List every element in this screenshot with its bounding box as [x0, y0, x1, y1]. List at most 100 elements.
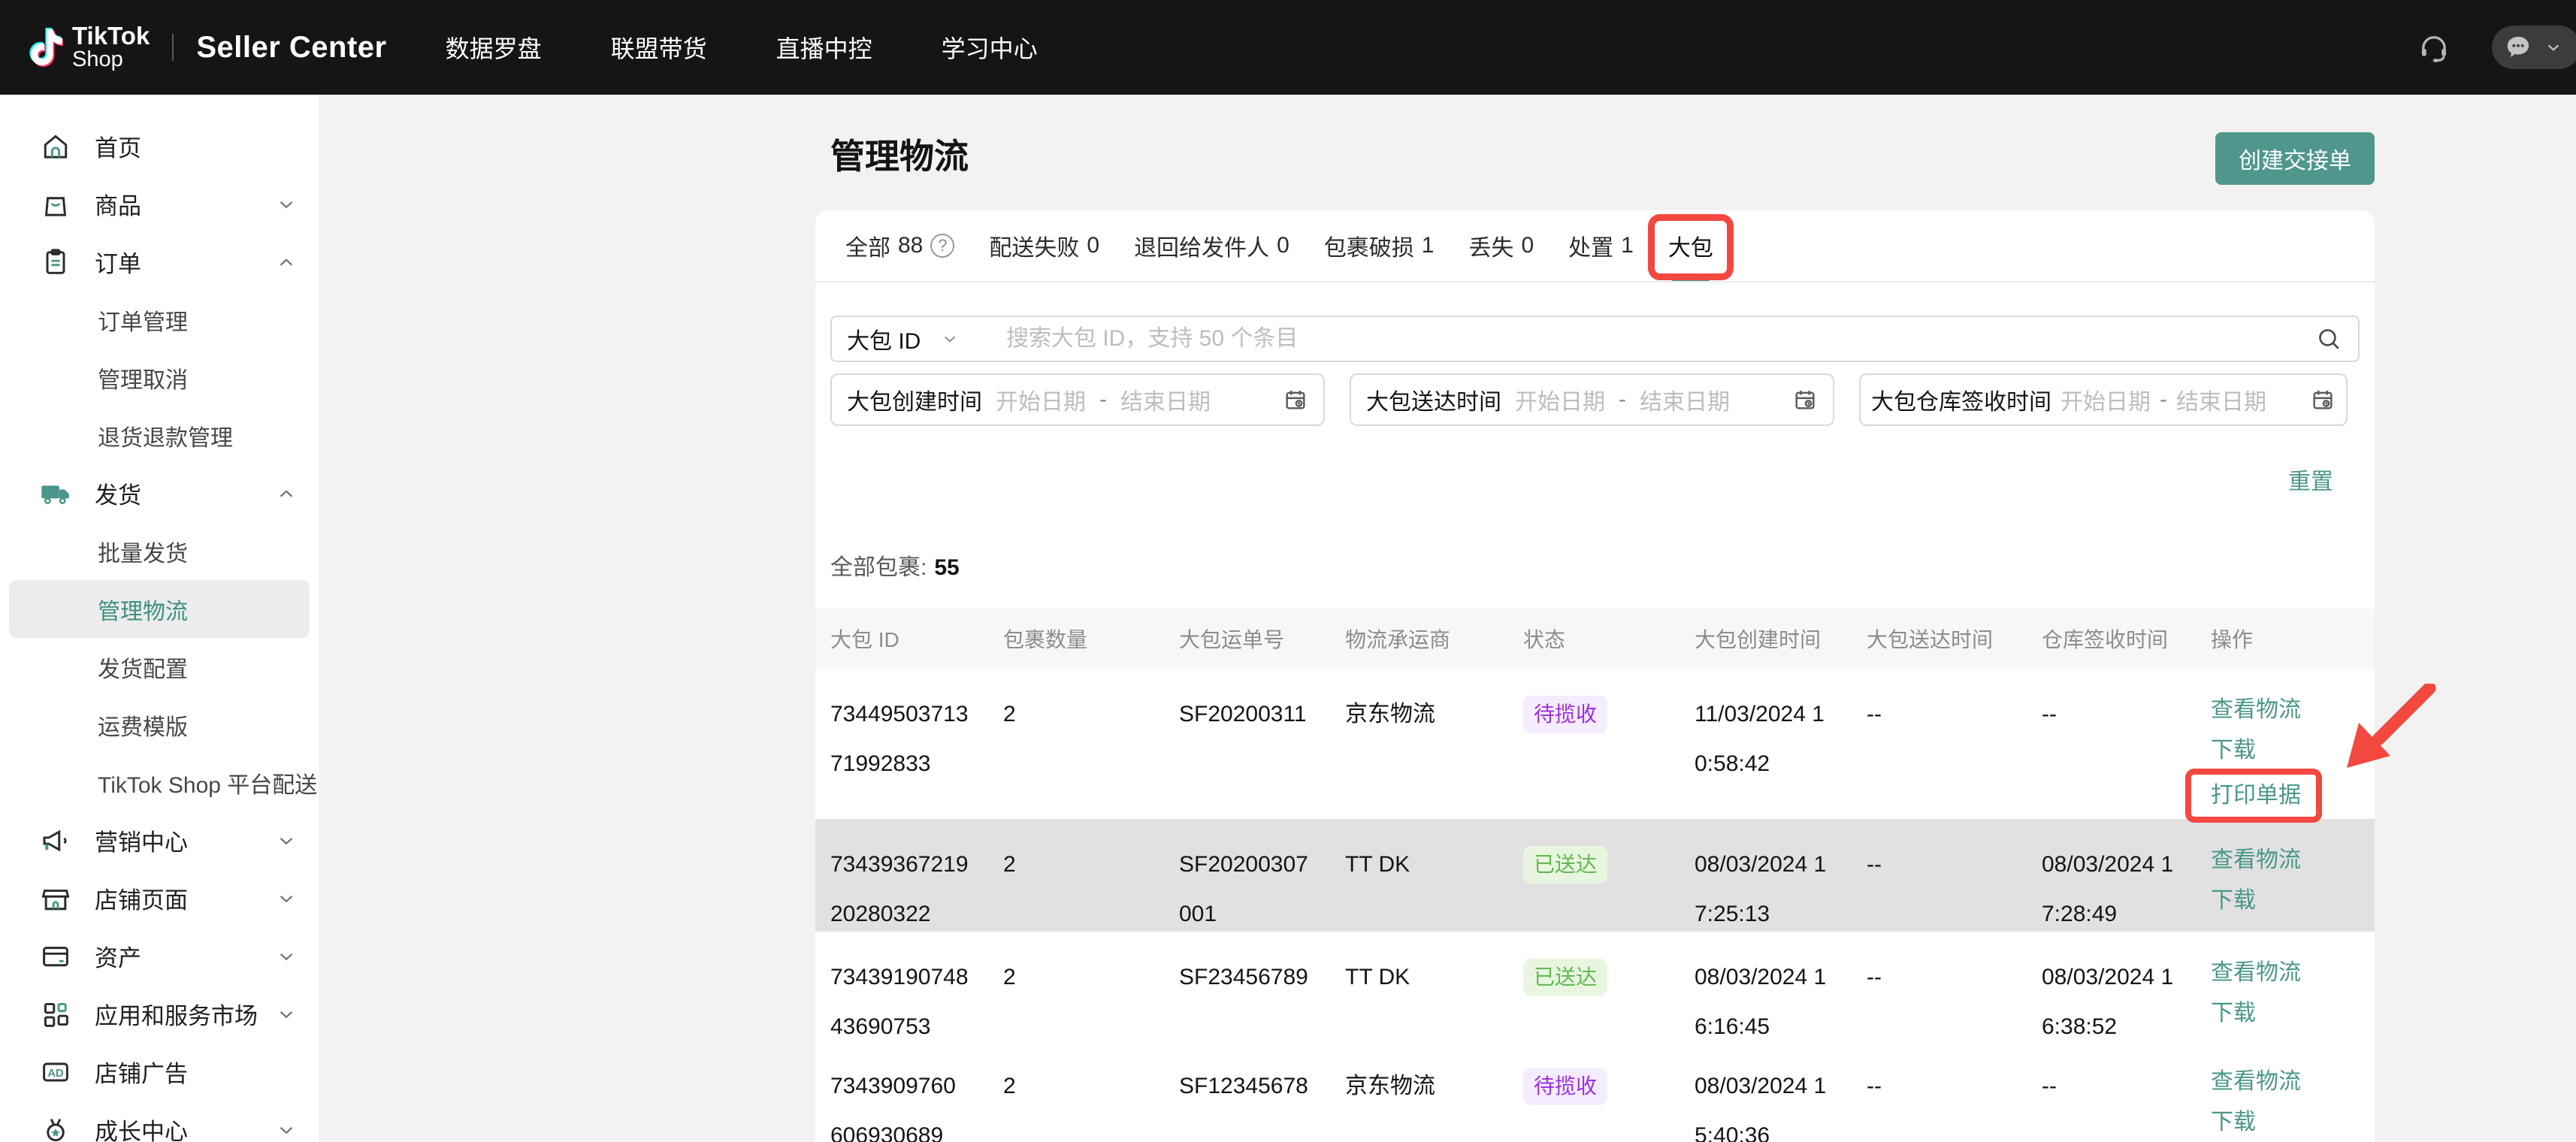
sidebar-item-manage-cancellations[interactable]: 管理取消	[0, 349, 319, 406]
cell-signed: --	[2042, 1041, 2211, 1111]
filter-delivered-time[interactable]: 大包送达时间 开始日期 - 结束日期	[1350, 373, 1834, 426]
tab-returned-to-sender[interactable]: 退回给发件人 0	[1134, 210, 1290, 281]
cell-status: 已送达	[1523, 932, 1695, 1002]
tab-delivery-failed[interactable]: 配送失败 0	[989, 210, 1099, 281]
top-nav: 数据罗盘 联盟带货 直播中控 学习中心	[446, 30, 1038, 65]
download-link[interactable]: 下载	[2211, 993, 2360, 1034]
sidebar-item-returns-refunds[interactable]: 退货退款管理	[0, 406, 319, 464]
ad-icon: AD	[39, 1056, 72, 1089]
tab-big-package[interactable]: 大包	[1668, 210, 1713, 281]
nav-live-center[interactable]: 直播中控	[776, 30, 872, 65]
view-logistics-link[interactable]: 查看物流	[2211, 840, 2360, 881]
logo-line2: Shop	[72, 49, 150, 71]
tiktok-shop-logo[interactable]: TikTok Shop	[20, 23, 150, 71]
filter-warehouse-signed-time[interactable]: 大包仓库签收时间 开始日期 - 结束日期	[1859, 373, 2348, 426]
sidebar-item-growth-center[interactable]: 成长中心	[0, 1101, 319, 1142]
view-logistics-link[interactable]: 查看物流	[2211, 1062, 2360, 1102]
home-icon	[39, 130, 72, 163]
chevron-down-icon	[275, 829, 298, 852]
create-handover-button[interactable]: 创建交接单	[2215, 132, 2375, 185]
cell-carrier: TT DK	[1345, 932, 1523, 1002]
print-document-link[interactable]: 打印单据	[2211, 775, 2301, 816]
package-count-summary: 全部包裹:55	[830, 548, 960, 582]
status-badge: 已送达	[1523, 846, 1607, 884]
cell-created: 08/03/2024 1 7:25:13	[1695, 819, 1867, 939]
search-icon[interactable]	[2314, 325, 2343, 353]
reset-filters-link[interactable]: 重置	[2288, 463, 2333, 496]
storefront-icon	[39, 882, 72, 915]
chevron-down-icon	[2544, 38, 2563, 57]
status-tabs: 全部 88 ? 配送失败 0 退回给发件人 0 包裹破损 1 丢失 0 处置 1…	[815, 210, 2375, 282]
view-logistics-link[interactable]: 查看物流	[2211, 953, 2360, 993]
sidebar-item-platform-delivery[interactable]: TikTok Shop 平台配送	[0, 754, 319, 811]
cell-tracking: SF23456789	[1179, 932, 1345, 1002]
logistics-card: 全部 88 ? 配送失败 0 退回给发件人 0 包裹破损 1 丢失 0 处置 1…	[815, 210, 2375, 1142]
cell-qty: 2	[1003, 1041, 1179, 1111]
filter-created-time[interactable]: 大包创建时间 开始日期 - 结束日期	[830, 373, 1325, 426]
calendar-icon	[1792, 387, 1818, 412]
download-link[interactable]: 下载	[2211, 881, 2360, 921]
sidebar-item-shipping-template[interactable]: 运费模版	[0, 696, 319, 754]
cell-delivered: --	[1867, 669, 2042, 739]
table-row: 73439367219 20280322 2 SF20200307 001 TT…	[815, 819, 2375, 932]
search-field-selector[interactable]: 大包 ID	[847, 322, 994, 355]
tab-all[interactable]: 全部 88 ?	[845, 210, 954, 281]
medal-icon	[39, 1113, 72, 1142]
chevron-up-icon	[275, 251, 298, 273]
cell-carrier: TT DK	[1345, 819, 1523, 890]
tab-lost[interactable]: 丢失 0	[1468, 210, 1534, 281]
tab-disposal[interactable]: 处置 1	[1568, 210, 1634, 281]
tab-package-damaged[interactable]: 包裹破损 1	[1324, 210, 1435, 281]
sidebar-item-shop-ads[interactable]: AD 店铺广告	[0, 1043, 319, 1101]
active-tab-underline	[1671, 276, 1710, 281]
cell-package-id: 73439190748 43690753	[830, 932, 1003, 1052]
cell-delivered: --	[1867, 1041, 2042, 1111]
table-header: 大包 ID 包裹数量 大包运单号 物流承运商 状态 大包创建时间 大包送达时间 …	[815, 609, 2375, 669]
sidebar-item-shop-pages[interactable]: 店铺页面	[0, 869, 319, 927]
cell-carrier: 京东物流	[1345, 1041, 1523, 1111]
bag-icon	[39, 188, 72, 221]
table-row: 73439190748 43690753 2 SF23456789 TT DK …	[815, 932, 2375, 1041]
cell-status: 已送达	[1523, 819, 1695, 890]
truck-icon	[39, 477, 72, 510]
sidebar-item-home[interactable]: 首页	[0, 117, 319, 175]
chevron-down-icon	[940, 329, 960, 349]
cell-signed: 08/03/2024 1 7:28:49	[2042, 819, 2211, 939]
nav-data-compass[interactable]: 数据罗盘	[446, 30, 542, 65]
help-icon[interactable]: ?	[930, 234, 954, 258]
sidebar-item-order-management[interactable]: 订单管理	[0, 291, 319, 349]
sidebar-item-bulk-shipping[interactable]: 批量发货	[0, 522, 319, 580]
grid-icon	[39, 998, 72, 1031]
sidebar-item-marketing-center[interactable]: 营销中心	[0, 811, 319, 869]
sidebar-item-assets[interactable]: 资产	[0, 927, 319, 985]
cell-carrier: 京东物流	[1345, 669, 1523, 739]
download-link[interactable]: 下载	[2211, 1102, 2360, 1142]
nav-learning-center[interactable]: 学习中心	[942, 30, 1038, 65]
headset-icon[interactable]	[2417, 30, 2451, 65]
cell-status: 待揽收	[1523, 669, 1695, 739]
cell-tracking: SF12345678	[1179, 1041, 1345, 1111]
sidebar-item-shipping[interactable]: 发货	[0, 464, 319, 522]
table-body: 73449503713 71992833 2 SF20200311 京东物流 待…	[815, 669, 2375, 1142]
table-row: 73449503713 71992833 2 SF20200311 京东物流 待…	[815, 669, 2375, 819]
calendar-icon	[2310, 387, 2336, 412]
chevron-down-icon	[275, 887, 298, 910]
cell-actions: 查看物流 下载 打印单据	[2211, 1041, 2375, 1142]
sidebar-item-shipping-settings[interactable]: 发货配置	[0, 638, 319, 696]
view-logistics-link[interactable]: 查看物流	[2211, 690, 2360, 730]
nav-affiliate[interactable]: 联盟带货	[611, 30, 707, 65]
cell-status: 待揽收	[1523, 1041, 1695, 1111]
status-badge: 待揽收	[1523, 696, 1607, 733]
download-link[interactable]: 下载	[2211, 730, 2360, 771]
cell-delivered: --	[1867, 819, 2042, 890]
messages-pill[interactable]	[2492, 26, 2576, 69]
sidebar-item-orders[interactable]: 订单	[0, 233, 319, 291]
page-title: 管理物流	[830, 129, 969, 179]
search-input[interactable]	[1006, 326, 2302, 352]
chat-bubble-icon	[2503, 32, 2533, 62]
sidebar-item-manage-logistics[interactable]: 管理物流	[9, 580, 310, 638]
chevron-down-icon	[275, 1119, 298, 1141]
sidebar-item-app-service-market[interactable]: 应用和服务市场	[0, 985, 319, 1043]
sidebar-item-products[interactable]: 商品	[0, 175, 319, 233]
cell-qty: 2	[1003, 669, 1179, 739]
